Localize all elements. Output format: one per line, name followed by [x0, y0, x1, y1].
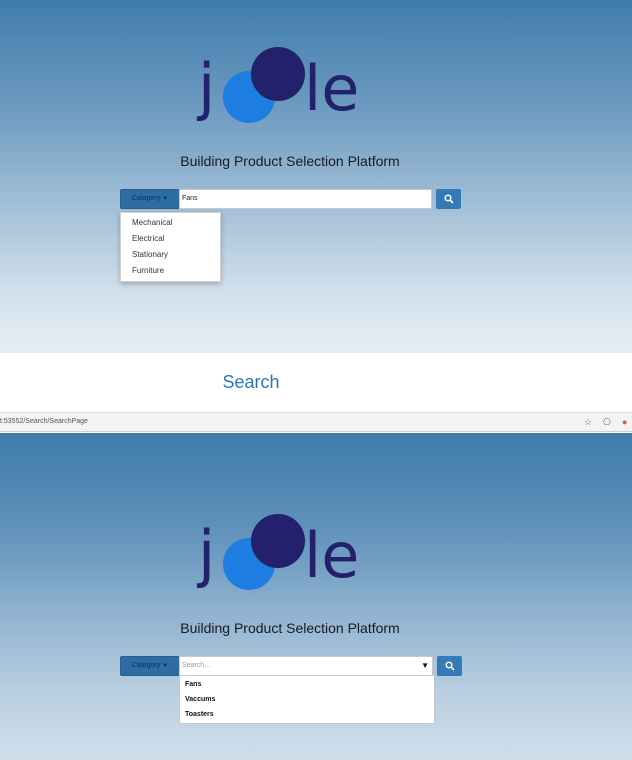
extension-icon[interactable]: ⎔ — [603, 416, 611, 428]
tagline-bottom: Building Product Selection Platform — [180, 620, 400, 636]
logo-letters-le: le — [304, 52, 359, 125]
search-button[interactable] — [436, 189, 461, 209]
search-placeholder: Search... — [182, 662, 211, 669]
dropdown-caret-icon[interactable]: ▼ — [421, 657, 429, 675]
suggestion-item-vaccums[interactable]: Vaccums — [180, 692, 434, 707]
search-button-bottom[interactable] — [437, 656, 462, 676]
star-icon[interactable]: ☆ — [584, 416, 592, 428]
category-label-bottom: Category — [131, 662, 161, 669]
logo-letters-le-bottom: le — [304, 519, 359, 592]
category-menu-item-electrical[interactable]: Electrical — [121, 231, 220, 247]
joole-logo-bottom: j le — [196, 514, 359, 592]
search-icon — [444, 661, 455, 671]
suggestion-list: Fans Vaccums Toasters — [179, 676, 435, 724]
category-label: Category — [131, 195, 161, 202]
browser-address-bar: t:53552/Search/SearchPage ☆ ⎔ ● — [0, 412, 632, 432]
category-menu: Mechanical Electrical Stationary Furnitu… — [120, 212, 221, 282]
category-dropdown-button-bottom[interactable]: Category ▼ — [120, 656, 180, 676]
category-menu-item-furniture[interactable]: Furniture — [121, 263, 220, 279]
suggestion-item-fans[interactable]: Fans — [180, 677, 434, 692]
search-icon — [443, 194, 454, 204]
category-menu-item-stationary[interactable]: Stationary — [121, 247, 220, 263]
logo-dark-circle-bottom — [251, 514, 305, 568]
search-input-value: Fans — [182, 195, 198, 202]
logo-letter-j: j — [196, 50, 215, 123]
search-select[interactable]: Search... ▼ — [179, 656, 433, 676]
logo-dark-circle — [251, 47, 305, 101]
address-url[interactable]: t:53552/Search/SearchPage — [0, 413, 88, 431]
caret-down-icon: ▼ — [162, 196, 169, 202]
profile-icon[interactable]: ● — [622, 416, 627, 428]
top-screenshot: j le Building Product Selection Platform… — [0, 0, 632, 353]
tagline: Building Product Selection Platform — [180, 153, 400, 169]
joole-logo: j le — [196, 47, 359, 125]
category-dropdown-button[interactable]: Category ▼ — [120, 189, 180, 209]
category-menu-item-mechanical[interactable]: Mechanical — [121, 215, 220, 231]
caption-search: Search — [222, 372, 280, 392]
suggestion-item-toasters[interactable]: Toasters — [180, 707, 434, 722]
bottom-screenshot: j le Building Product Selection Platform… — [0, 433, 632, 760]
caret-down-icon: ▼ — [162, 663, 169, 669]
search-input[interactable]: Fans — [179, 189, 432, 209]
logo-letter-j-bottom: j — [196, 517, 215, 590]
